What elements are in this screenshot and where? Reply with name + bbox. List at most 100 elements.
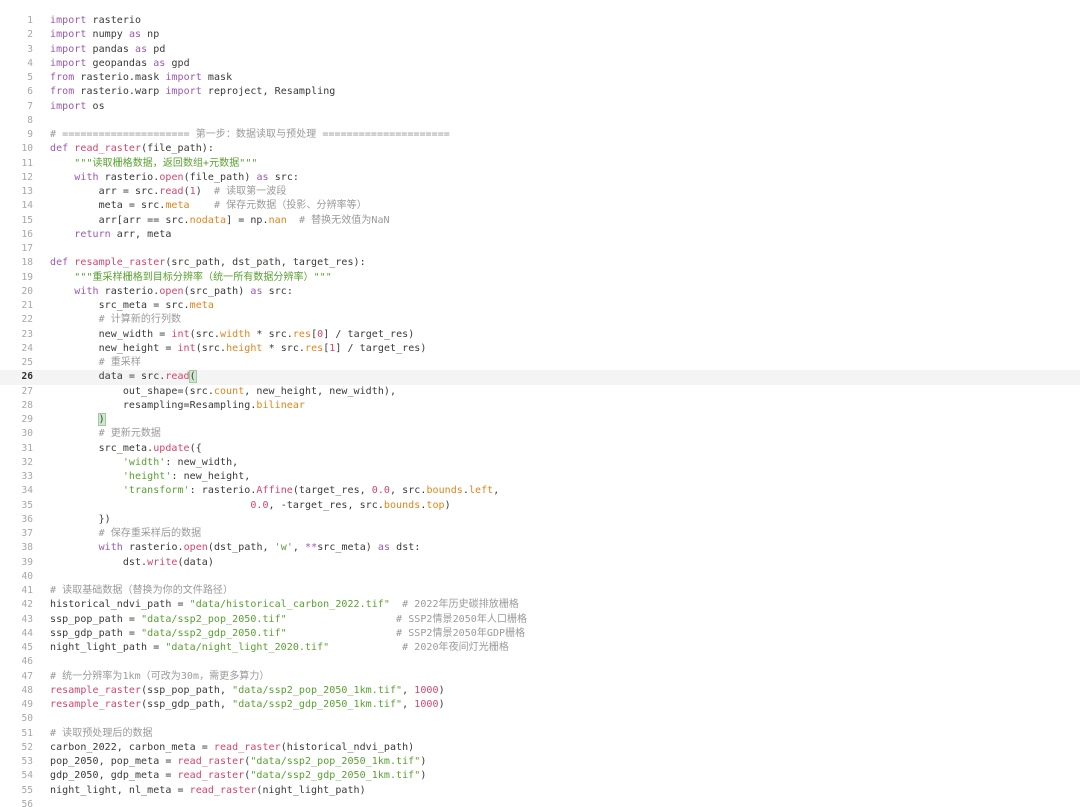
line-code[interactable]: night_light_path = "data/night_light_202…: [50, 641, 1080, 655]
line-code[interactable]: ssp_pop_path = "data/ssp2_pop_2050.tif" …: [50, 613, 1080, 627]
line-code[interactable]: src_meta = src.meta: [50, 299, 1080, 313]
line-code[interactable]: meta = src.meta # 保存元数据（投影、分辨率等）: [50, 199, 1080, 213]
code-editor[interactable]: 1 import rasterio 2 import numpy as np 3 impo…: [0, 14, 1080, 807]
code-line[interactable]: 39 dst.write(data): [0, 556, 1080, 570]
code-line[interactable]: 26 data = src.read(: [0, 370, 1080, 385]
code-line[interactable]: 43 ssp_pop_path = "data/ssp2_pop_2050.tif…: [0, 613, 1080, 627]
code-line[interactable]: 12 with rasterio.open(file_path) as src:: [0, 171, 1080, 185]
line-code[interactable]: with rasterio.open(file_path) as src:: [50, 171, 1080, 185]
line-code[interactable]: arr = src.read(1) # 读取第一波段: [50, 185, 1080, 199]
code-line[interactable]: 42 historical_ndvi_path = "data/historica…: [0, 598, 1080, 612]
code-line[interactable]: 48 resample_raster(ssp_pop_path, "data/ss…: [0, 684, 1080, 698]
code-line[interactable]: 5 from rasterio.mask import mask: [0, 71, 1080, 85]
code-line[interactable]: 37 # 保存重采样后的数据: [0, 527, 1080, 541]
line-code[interactable]: from rasterio.warp import reproject, Res…: [50, 85, 1080, 99]
code-line[interactable]: 17: [0, 242, 1080, 256]
line-code[interactable]: # 计算新的行列数: [50, 313, 1080, 327]
line-code[interactable]: """读取栅格数据，返回数组+元数据""": [50, 157, 1080, 171]
code-line[interactable]: 51 # 读取预处理后的数据: [0, 727, 1080, 741]
code-line[interactable]: 16 return arr, meta: [0, 228, 1080, 242]
line-code[interactable]: data = src.read(: [50, 370, 1080, 384]
code-line[interactable]: 21 src_meta = src.meta: [0, 299, 1080, 313]
line-code[interactable]: carbon_2022, carbon_meta = read_raster(h…: [50, 741, 1080, 755]
line-code[interactable]: resampling=Resampling.bilinear: [50, 399, 1080, 413]
code-line[interactable]: 34 'transform': rasterio.Affine(target_r…: [0, 484, 1080, 498]
line-code[interactable]: import os: [50, 100, 1080, 114]
code-line[interactable]: 27 out_shape=(src.count, new_height, new…: [0, 385, 1080, 399]
line-code[interactable]: ): [50, 413, 1080, 427]
line-code[interactable]: with rasterio.open(src_path) as src:: [50, 285, 1080, 299]
code-line[interactable]: 6 from rasterio.warp import reproject, Re…: [0, 85, 1080, 99]
line-code[interactable]: with rasterio.open(dst_path, 'w', **src_…: [50, 541, 1080, 555]
code-line[interactable]: 53 pop_2050, pop_meta = read_raster("data…: [0, 755, 1080, 769]
code-line[interactable]: 4 import geopandas as gpd: [0, 57, 1080, 71]
code-line[interactable]: 50: [0, 712, 1080, 726]
line-code[interactable]: new_height = int(src.height * src.res[1]…: [50, 342, 1080, 356]
code-line[interactable]: 56: [0, 798, 1080, 807]
code-line[interactable]: 44 ssp_gdp_path = "data/ssp2_gdp_2050.tif…: [0, 627, 1080, 641]
code-line[interactable]: 1 import rasterio: [0, 14, 1080, 28]
code-line[interactable]: 47 # 统一分辨率为1km（可改为30m，需更多算力）: [0, 670, 1080, 684]
line-code[interactable]: return arr, meta: [50, 228, 1080, 242]
code-line[interactable]: 15 arr[arr == src.nodata] = np.nan # 替换无…: [0, 214, 1080, 228]
code-line[interactable]: 7 import os: [0, 100, 1080, 114]
line-code[interactable]: # ===================== 第一步：数据读取与预处理 ===…: [50, 128, 1080, 142]
line-code[interactable]: # 保存重采样后的数据: [50, 527, 1080, 541]
code-line[interactable]: 55 night_light, nl_meta = read_raster(nig…: [0, 784, 1080, 798]
code-line[interactable]: 30 # 更新元数据: [0, 427, 1080, 441]
line-code[interactable]: out_shape=(src.count, new_height, new_wi…: [50, 385, 1080, 399]
code-line[interactable]: 29 ): [0, 413, 1080, 427]
line-code[interactable]: 'transform': rasterio.Affine(target_res,…: [50, 484, 1080, 498]
code-line[interactable]: 19 """重采样栅格到目标分辨率（统一所有数据分辨率）""": [0, 271, 1080, 285]
line-code[interactable]: import geopandas as gpd: [50, 57, 1080, 71]
code-line[interactable]: 52 carbon_2022, carbon_meta = read_raster…: [0, 741, 1080, 755]
code-line[interactable]: 23 new_width = int(src.width * src.res[0…: [0, 328, 1080, 342]
code-line[interactable]: 54 gdp_2050, gdp_meta = read_raster("data…: [0, 769, 1080, 783]
line-code[interactable]: # 更新元数据: [50, 427, 1080, 441]
code-line[interactable]: 32 'width': new_width,: [0, 456, 1080, 470]
line-code[interactable]: # 读取预处理后的数据: [50, 727, 1080, 741]
line-code[interactable]: night_light, nl_meta = read_raster(night…: [50, 784, 1080, 798]
line-code[interactable]: gdp_2050, gdp_meta = read_raster("data/s…: [50, 769, 1080, 783]
line-code[interactable]: def read_raster(file_path):: [50, 142, 1080, 156]
code-line[interactable]: 9 # ===================== 第一步：数据读取与预处理 ==…: [0, 128, 1080, 142]
code-line[interactable]: 18 def resample_raster(src_path, dst_path…: [0, 256, 1080, 270]
line-code[interactable]: pop_2050, pop_meta = read_raster("data/s…: [50, 755, 1080, 769]
code-line[interactable]: 10 def read_raster(file_path):: [0, 142, 1080, 156]
code-line[interactable]: 2 import numpy as np: [0, 28, 1080, 42]
code-line[interactable]: 24 new_height = int(src.height * src.res…: [0, 342, 1080, 356]
code-line[interactable]: 38 with rasterio.open(dst_path, 'w', **s…: [0, 541, 1080, 555]
line-code[interactable]: }): [50, 513, 1080, 527]
line-code[interactable]: dst.write(data): [50, 556, 1080, 570]
line-code[interactable]: from rasterio.mask import mask: [50, 71, 1080, 85]
line-code[interactable]: # 读取基础数据（替换为你的文件路径）: [50, 584, 1080, 598]
code-line[interactable]: 49 resample_raster(ssp_gdp_path, "data/ss…: [0, 698, 1080, 712]
line-code[interactable]: def resample_raster(src_path, dst_path, …: [50, 256, 1080, 270]
code-line[interactable]: 35 0.0, -target_res, src.bounds.top): [0, 499, 1080, 513]
code-line[interactable]: 28 resampling=Resampling.bilinear: [0, 399, 1080, 413]
code-line[interactable]: 31 src_meta.update({: [0, 442, 1080, 456]
code-line[interactable]: 33 'height': new_height,: [0, 470, 1080, 484]
line-code[interactable]: arr[arr == src.nodata] = np.nan # 替换无效值为…: [50, 214, 1080, 228]
line-code[interactable]: resample_raster(ssp_gdp_path, "data/ssp2…: [50, 698, 1080, 712]
code-line[interactable]: 22 # 计算新的行列数: [0, 313, 1080, 327]
line-code[interactable]: import numpy as np: [50, 28, 1080, 42]
line-code[interactable]: new_width = int(src.width * src.res[0] /…: [50, 328, 1080, 342]
code-line[interactable]: 13 arr = src.read(1) # 读取第一波段: [0, 185, 1080, 199]
line-code[interactable]: historical_ndvi_path = "data/historical_…: [50, 598, 1080, 612]
line-code[interactable]: import pandas as pd: [50, 43, 1080, 57]
line-code[interactable]: # 统一分辨率为1km（可改为30m，需更多算力）: [50, 670, 1080, 684]
code-line[interactable]: 3 import pandas as pd: [0, 43, 1080, 57]
code-line[interactable]: 45 night_light_path = "data/night_light_2…: [0, 641, 1080, 655]
code-line[interactable]: 46: [0, 655, 1080, 669]
line-code[interactable]: # 重采样: [50, 356, 1080, 370]
code-line[interactable]: 11 """读取栅格数据，返回数组+元数据""": [0, 157, 1080, 171]
code-line[interactable]: 41 # 读取基础数据（替换为你的文件路径）: [0, 584, 1080, 598]
line-code[interactable]: 'width': new_width,: [50, 456, 1080, 470]
line-code[interactable]: src_meta.update({: [50, 442, 1080, 456]
line-code[interactable]: 'height': new_height,: [50, 470, 1080, 484]
line-code[interactable]: """重采样栅格到目标分辨率（统一所有数据分辨率）""": [50, 271, 1080, 285]
line-code[interactable]: import rasterio: [50, 14, 1080, 28]
code-line[interactable]: 14 meta = src.meta # 保存元数据（投影、分辨率等）: [0, 199, 1080, 213]
code-line[interactable]: 25 # 重采样: [0, 356, 1080, 370]
